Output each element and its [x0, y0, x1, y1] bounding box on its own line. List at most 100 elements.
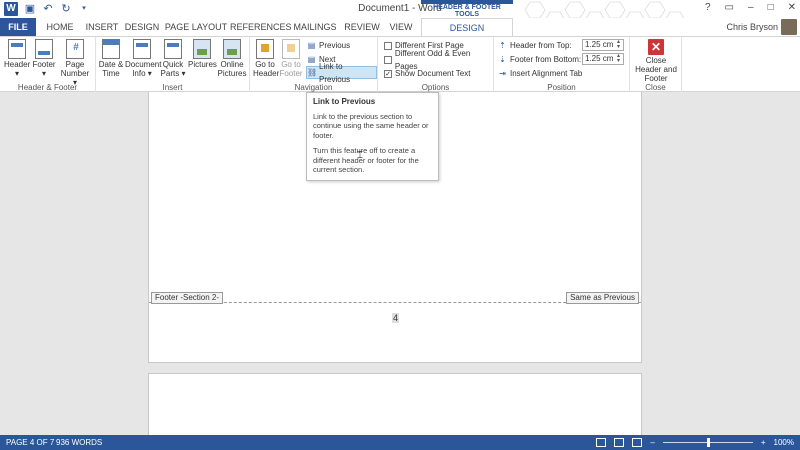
context-tab-group-label: HEADER & FOOTER TOOLS: [433, 4, 501, 18]
mouse-cursor-icon: ⌶: [357, 150, 363, 161]
footer-position-icon: ⇣: [499, 55, 506, 64]
tab-mailings[interactable]: MAILINGS: [292, 18, 338, 36]
tab-insert[interactable]: INSERT: [82, 18, 122, 36]
footer-section-tag: Footer -Section 2-: [151, 292, 224, 304]
link-icon: ⛓: [307, 68, 318, 77]
link-to-previous-tooltip: Link to Previous Link to the previous se…: [306, 92, 439, 181]
group-position: ⇡ Header from Top: 1.25 cm ⇣ Footer from…: [494, 37, 630, 93]
checkbox-unchecked-icon: [384, 55, 392, 64]
online-pictures-button[interactable]: Online Pictures: [217, 39, 247, 78]
help-button[interactable]: ?: [705, 2, 711, 13]
group-label-insert: Insert: [162, 83, 183, 92]
close-window-button[interactable]: ✕: [788, 2, 796, 13]
same-as-previous-tag: Same as Previous: [566, 292, 639, 304]
go-to-footer-button[interactable]: Go to Footer: [279, 39, 303, 78]
document-info-button[interactable]: Document Info ▾: [125, 39, 162, 78]
header-from-top-label: Header from Top:: [510, 41, 572, 50]
header-button[interactable]: Header ▾: [4, 39, 30, 78]
insert-alignment-tab-label: Insert Alignment Tab: [510, 69, 583, 78]
tab-view[interactable]: VIEW: [384, 18, 418, 36]
user-name[interactable]: Chris Bryson: [726, 22, 778, 32]
header-position-icon: ⇡: [499, 41, 506, 50]
pictures-button[interactable]: Pictures: [188, 39, 217, 69]
checkbox-checked-icon: ✓: [384, 69, 392, 78]
document-page-next[interactable]: [148, 373, 642, 435]
footer-icon: [35, 39, 53, 59]
zoom-in-icon[interactable]: +: [761, 435, 766, 450]
group-navigation: Go to Header Go to Footer ▤ Previous ▤ N…: [250, 37, 378, 93]
quick-parts-label: Quick Parts: [160, 60, 184, 78]
tab-design[interactable]: DESIGN: [122, 18, 162, 36]
footer-from-bottom-label: Footer from Bottom:: [510, 55, 582, 64]
document-info-label: Document Info: [125, 60, 162, 78]
chevron-down-icon: ▾: [14, 69, 19, 78]
header-from-top-label-row: ⇡ Header from Top:: [498, 39, 572, 52]
print-layout-icon[interactable]: [614, 438, 625, 447]
show-document-text-label: Show Document Text: [395, 69, 471, 78]
zoom-out-icon[interactable]: –: [650, 435, 654, 450]
footer-from-bottom-label-row: ⇣ Footer from Bottom:: [498, 53, 581, 66]
group-label-close: Close: [645, 83, 666, 92]
online-pictures-label: Online Pictures: [217, 60, 247, 78]
go-to-footer-label: Go to Footer: [279, 60, 303, 78]
go-to-footer-icon: [282, 39, 300, 59]
next-icon: ▤: [307, 55, 316, 64]
header-label: Header: [4, 60, 31, 69]
minimize-button[interactable]: –: [748, 2, 754, 13]
quick-parts-icon: [164, 39, 182, 59]
footer-button[interactable]: Footer ▾: [31, 39, 57, 78]
group-header-footer: Header▾ Footer▾ Page Number ▾ Header & F…: [0, 37, 96, 93]
header-from-top-input[interactable]: 1.25 cm: [582, 39, 624, 51]
tab-home[interactable]: HOME: [40, 18, 80, 36]
show-document-text-checkbox[interactable]: ✓ Show Document Text: [384, 67, 470, 80]
footer-from-bottom-input[interactable]: 1.25 cm: [582, 53, 624, 65]
tab-page-layout[interactable]: PAGE LAYOUT: [164, 18, 228, 36]
tab-references[interactable]: REFERENCES: [230, 18, 292, 36]
tab-file[interactable]: FILE: [0, 18, 36, 36]
ribbon: Header▾ Footer▾ Page Number ▾ Header & F…: [0, 36, 800, 93]
close-header-footer-button[interactable]: ✕ Close Header and Footer: [632, 39, 680, 83]
chevron-down-icon: ▾: [181, 69, 186, 78]
insert-alignment-tab-button[interactable]: ⇥ Insert Alignment Tab: [498, 67, 582, 80]
tooltip-title: Link to Previous: [313, 97, 376, 106]
word-count[interactable]: 936 WORDS: [56, 435, 102, 450]
different-odd-even-checkbox[interactable]: Different Odd & Even Pages: [384, 49, 493, 71]
go-to-header-button[interactable]: Go to Header: [253, 39, 280, 78]
avatar[interactable]: [781, 19, 797, 35]
go-to-header-label: Go to Header: [253, 60, 280, 78]
header-icon: [8, 39, 26, 59]
date-time-label: Date & Time: [98, 60, 124, 78]
go-to-header-icon: [256, 39, 274, 59]
ribbon-tabs: FILE HOME INSERT DESIGN PAGE LAYOUT REFE…: [0, 18, 800, 37]
quick-parts-button[interactable]: Quick Parts ▾: [160, 39, 186, 78]
date-time-button[interactable]: Date & Time: [98, 39, 124, 78]
calendar-icon: [102, 39, 120, 59]
chevron-down-icon: ▾: [41, 69, 46, 78]
tooltip-description: Link to the previous section to continue…: [313, 111, 429, 140]
zoom-slider[interactable]: [662, 438, 753, 447]
page-number-label: Page Number: [60, 60, 90, 78]
pictures-icon: [193, 39, 211, 59]
group-label-navigation: Navigation: [294, 83, 333, 92]
pictures-label: Pictures: [188, 60, 217, 69]
page-indicator[interactable]: PAGE 4 OF 7: [6, 435, 54, 450]
online-pictures-icon: [223, 39, 241, 59]
chevron-down-icon: ▾: [147, 69, 152, 78]
page-number-button[interactable]: Page Number ▾: [58, 39, 92, 87]
maximize-button[interactable]: □: [768, 2, 774, 13]
ribbon-display-button[interactable]: ▭: [725, 2, 734, 13]
document-info-icon: [133, 39, 151, 59]
group-label-header-footer: Header & Footer: [17, 83, 78, 92]
previous-button[interactable]: ▤ Previous: [307, 39, 350, 52]
zoom-level[interactable]: 100%: [774, 435, 794, 450]
read-mode-icon[interactable]: [596, 438, 607, 447]
link-to-previous-label: Link to Previous: [319, 61, 351, 84]
status-bar: PAGE 4 OF 7 936 WORDS – + 100%: [0, 435, 800, 450]
group-options: Different First Page Different Odd & Eve…: [378, 37, 494, 93]
footer-page-number[interactable]: 4: [392, 313, 400, 323]
web-layout-icon[interactable]: [632, 438, 643, 447]
tooltip-hint: Turn this feature off to create a differ…: [313, 146, 419, 174]
group-close: ✕ Close Header and Footer Close: [630, 37, 682, 93]
link-to-previous-button[interactable]: ⛓ Link to Previous: [306, 62, 377, 84]
tab-review[interactable]: REVIEW: [342, 18, 382, 36]
